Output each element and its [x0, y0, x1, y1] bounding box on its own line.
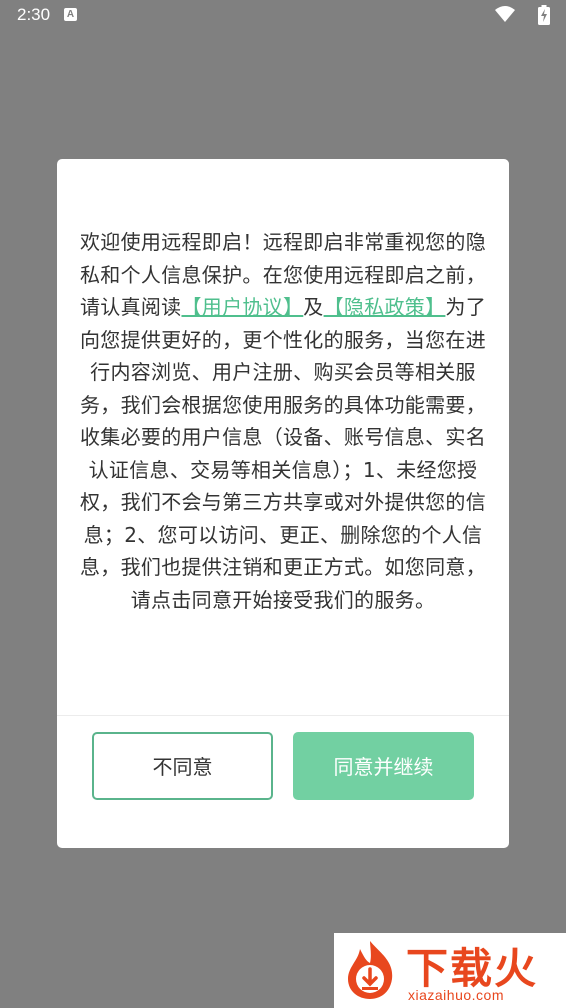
agree-continue-button[interactable]: 同意并继续: [293, 732, 474, 800]
notice-text-and: 及: [303, 295, 324, 319]
privacy-policy-link[interactable]: 【隐私政策】: [324, 295, 446, 319]
wifi-icon: [495, 6, 515, 22]
flame-logo-icon: [348, 941, 393, 999]
disagree-button[interactable]: 不同意: [92, 732, 273, 800]
notification-a-icon: A: [64, 8, 77, 21]
watermark: 下载火 xiazaihuo.com: [334, 933, 566, 1008]
privacy-notice-text: 欢迎使用远程即启！远程即启非常重视您的隐私和个人信息保护。在您使用远程即启之前，…: [79, 226, 487, 616]
battery-charging-icon: [538, 5, 550, 25]
privacy-dialog: 欢迎使用远程即启！远程即启非常重视您的隐私和个人信息保护。在您使用远程即启之前，…: [57, 159, 509, 848]
dialog-divider: [57, 715, 509, 716]
watermark-url: xiazaihuo.com: [408, 987, 504, 1003]
status-time: 2:30: [17, 5, 51, 24]
status-bar: 2:30 A: [0, 0, 566, 30]
notice-text-body: 为了向您提供更好的，更个性化的服务，当您在进行内容浏览、用户注册、购买会员等相关…: [80, 295, 487, 612]
user-agreement-link[interactable]: 【用户协议】: [181, 295, 303, 319]
